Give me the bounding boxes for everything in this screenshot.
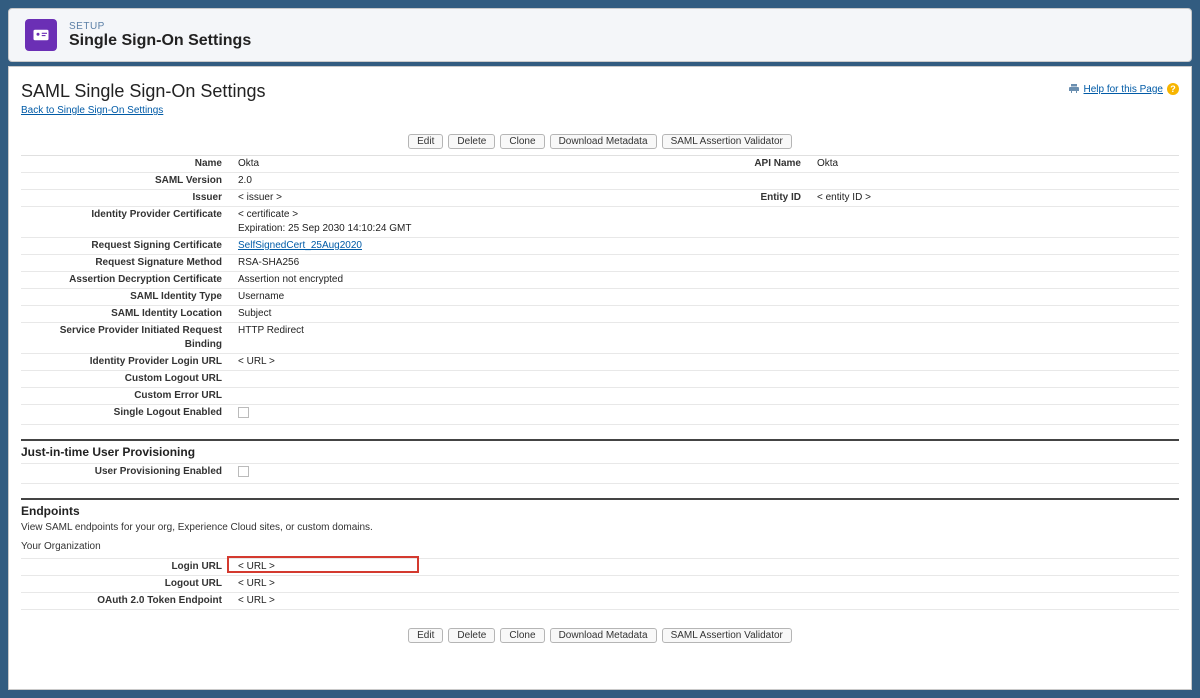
field-label-custom-error: Custom Error URL — [21, 389, 236, 403]
field-value-logout-url: < URL > — [236, 577, 275, 591]
edit-button[interactable]: Edit — [408, 134, 443, 149]
field-label-oauth-endpoint: OAuth 2.0 Token Endpoint — [21, 594, 236, 608]
field-label-custom-logout: Custom Logout URL — [21, 372, 236, 386]
clone-button[interactable]: Clone — [500, 134, 544, 149]
endpoints-org-label: Your Organization — [21, 541, 1179, 558]
clone-button-bottom[interactable]: Clone — [500, 628, 544, 643]
setup-header: SETUP Single Sign-On Settings — [8, 8, 1192, 62]
field-label-identity-type: SAML Identity Type — [21, 290, 236, 304]
edit-button-bottom[interactable]: Edit — [408, 628, 443, 643]
field-label-api-name: API Name — [600, 157, 815, 171]
field-value-idp-login-url: < URL > — [236, 355, 275, 369]
printer-icon[interactable] — [1068, 83, 1080, 95]
delete-button-bottom[interactable]: Delete — [448, 628, 495, 643]
endpoints-subtext: View SAML endpoints for your org, Experi… — [21, 522, 1179, 541]
back-link[interactable]: Back to Single Sign-On Settings — [21, 105, 163, 116]
field-value-entity-id: < entity ID > — [815, 191, 871, 205]
download-metadata-button-bottom[interactable]: Download Metadata — [550, 628, 657, 643]
request-signing-cert-link[interactable]: SelfSignedCert_25Aug2020 — [238, 240, 362, 251]
field-value-assert-decrypt: Assertion not encrypted — [236, 273, 343, 287]
help-question-icon[interactable]: ? — [1167, 83, 1179, 95]
field-value-identity-loc: Subject — [236, 307, 271, 321]
field-label-sp-binding: Service Provider Initiated Request Bindi… — [21, 324, 236, 352]
action-button-row-top: Edit Delete Clone Download Metadata SAML… — [21, 134, 1179, 149]
field-label-user-provisioning: User Provisioning Enabled — [21, 465, 236, 479]
single-logout-checkbox — [238, 407, 249, 418]
field-value-idp-cert: < certificate > Expiration: 25 Sep 2030 … — [236, 208, 411, 236]
header-title: Single Sign-On Settings — [69, 32, 251, 50]
field-label-req-sig-method: Request Signature Method — [21, 256, 236, 270]
field-value-api-name: Okta — [815, 157, 838, 171]
field-label-entity-id: Entity ID — [600, 191, 815, 205]
endpoints-section-heading: Endpoints — [21, 500, 1179, 522]
delete-button[interactable]: Delete — [448, 134, 495, 149]
download-metadata-button[interactable]: Download Metadata — [550, 134, 657, 149]
field-label-req-sign-cert: Request Signing Certificate — [21, 239, 236, 253]
field-label-identity-loc: SAML Identity Location — [21, 307, 236, 321]
field-value-identity-type: Username — [236, 290, 284, 304]
saml-validator-button-bottom[interactable]: SAML Assertion Validator — [662, 628, 792, 643]
header-eyebrow: SETUP — [69, 21, 251, 32]
field-value-req-sig-method: RSA-SHA256 — [236, 256, 299, 270]
field-label-name: Name — [21, 157, 236, 171]
page-title: SAML Single Sign-On Settings — [21, 81, 265, 102]
field-label-logout-url: Logout URL — [21, 577, 236, 591]
field-label-saml-version: SAML Version — [21, 174, 236, 188]
field-label-login-url: Login URL — [21, 560, 236, 574]
action-button-row-bottom: Edit Delete Clone Download Metadata SAML… — [21, 628, 1179, 643]
jit-section-heading: Just-in-time User Provisioning — [21, 441, 1179, 463]
field-label-idp-login-url: Identity Provider Login URL — [21, 355, 236, 369]
saml-validator-button[interactable]: SAML Assertion Validator — [662, 134, 792, 149]
user-provisioning-checkbox — [238, 466, 249, 477]
field-label-issuer: Issuer — [21, 191, 236, 205]
field-label-assert-decrypt: Assertion Decryption Certificate — [21, 273, 236, 287]
field-value-issuer: < issuer > — [236, 191, 282, 205]
field-value-oauth-endpoint: < URL > — [236, 594, 275, 608]
field-label-single-logout: Single Logout Enabled — [21, 406, 236, 420]
id-card-icon — [25, 19, 57, 51]
field-value-saml-version: 2.0 — [236, 174, 252, 188]
field-value-sp-binding: HTTP Redirect — [236, 324, 304, 338]
field-label-idp-cert: Identity Provider Certificate — [21, 208, 236, 222]
field-value-name: Okta — [236, 157, 259, 171]
field-value-login-url: < URL > — [236, 560, 275, 574]
help-link[interactable]: Help for this Page — [1084, 84, 1164, 95]
